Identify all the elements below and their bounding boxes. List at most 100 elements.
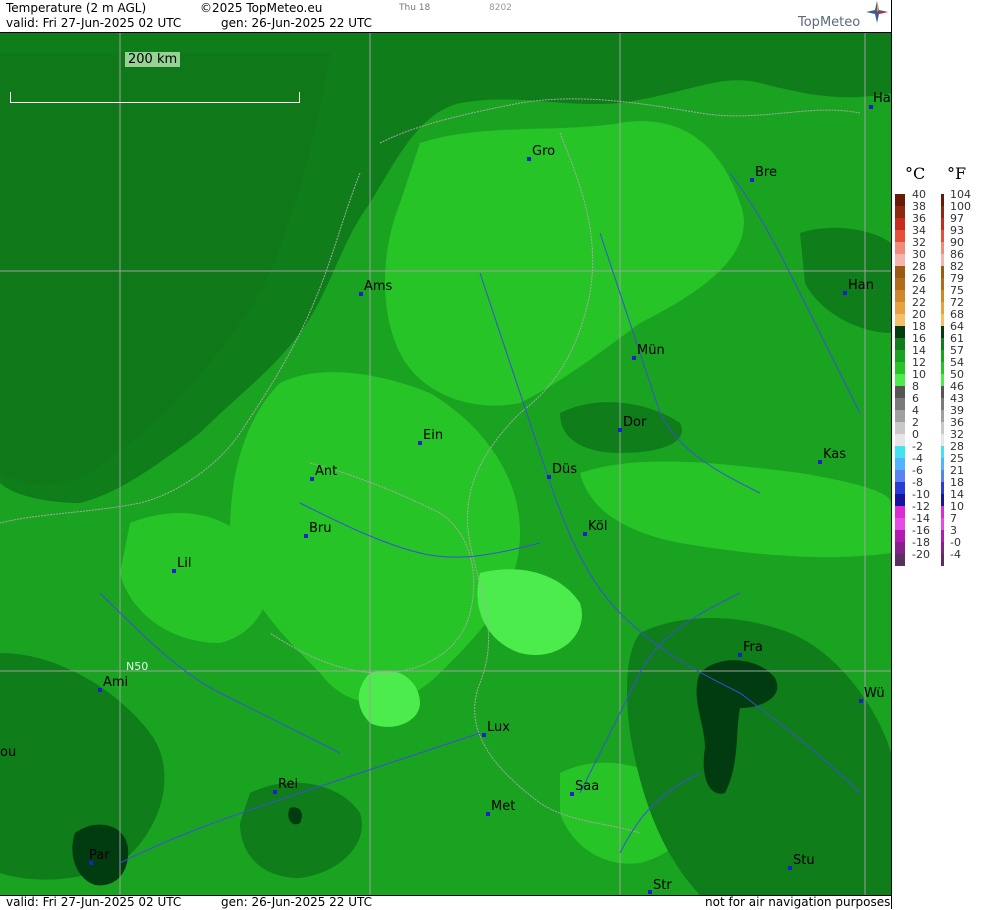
legend-swatch-c — [895, 446, 905, 458]
legend-swatch-f — [941, 410, 944, 422]
city-kol[interactable]: Köl — [583, 519, 607, 536]
city-gro[interactable]: Gro — [527, 144, 555, 161]
scale-bar — [10, 92, 300, 103]
brand-logo-text: TopMeteo — [798, 15, 861, 30]
legend-swatch-c — [895, 338, 905, 350]
city-saa[interactable]: Saa — [570, 779, 599, 796]
legend-swatch-f — [941, 254, 944, 266]
city-par[interactable]: Par — [89, 848, 110, 865]
city-ams[interactable]: Ams — [359, 279, 392, 296]
legend-label-c: -20 — [912, 548, 930, 561]
legend-swatch-c — [895, 230, 905, 242]
copyright-text: ©2025 TopMeteo.eu — [200, 1, 323, 15]
legend-swatch-f — [941, 554, 944, 566]
legend-swatch-c — [895, 362, 905, 374]
legend-swatch-c — [895, 242, 905, 254]
legend-swatch-f — [941, 302, 944, 314]
legend-swatch-f — [941, 386, 944, 398]
legend-swatch-f — [941, 266, 944, 278]
legend-swatch-f — [941, 518, 944, 530]
legend-swatch-f — [941, 446, 944, 458]
code-tag: 8202 — [489, 3, 512, 13]
legend-swatch-f — [941, 350, 944, 362]
legend-swatch-f — [941, 242, 944, 254]
legend-swatch-c — [895, 350, 905, 362]
legend-swatch-f — [941, 278, 944, 290]
legend-swatch-f — [941, 326, 944, 338]
legend-swatch-c — [895, 254, 905, 266]
legend-swatch-c — [895, 266, 905, 278]
legend-swatch-c — [895, 470, 905, 482]
legend-swatch-f — [941, 482, 944, 494]
legend-swatch-c — [895, 494, 905, 506]
legend-swatch-f — [941, 542, 944, 554]
legend-swatch-f — [941, 230, 944, 242]
city-ha[interactable]: Ha — [869, 91, 891, 109]
city-ant[interactable]: Ant — [310, 464, 337, 481]
city-dor[interactable]: Dor — [618, 415, 646, 432]
legend-swatch-f — [941, 506, 944, 518]
legend-swatch-c — [895, 398, 905, 410]
latitude-label: N50 — [126, 660, 149, 673]
legend-swatch-c — [895, 542, 905, 554]
city-han[interactable]: Han — [843, 278, 874, 295]
footer-valid-time: valid: Fri 27-Jun-2025 02 UTC — [6, 895, 182, 909]
city-ou[interactable]: ou — [0, 745, 16, 760]
legend-swatch-f — [941, 206, 944, 218]
legend-swatch-c — [895, 302, 905, 314]
legend-swatch-f — [941, 290, 944, 302]
legend-swatch-c — [895, 194, 905, 206]
legend-swatch-c — [895, 554, 905, 566]
legend-swatch-f — [941, 470, 944, 482]
legend-unit-fahrenheit: °F — [947, 164, 967, 183]
legend-swatch-c — [895, 326, 905, 338]
legend-swatch-c — [895, 482, 905, 494]
city-ami[interactable]: Ami — [98, 675, 128, 692]
legend-label-f: -4 — [950, 548, 961, 561]
legend-swatch-f — [941, 374, 944, 386]
footer-generated-time: gen: 26-Jun-2025 22 UTC — [221, 895, 373, 909]
legend-swatch-c — [895, 530, 905, 542]
city-bre[interactable]: Bre — [750, 165, 777, 182]
legend-swatch-c — [895, 410, 905, 422]
city-bru[interactable]: Bru — [304, 521, 332, 538]
footer-bar: valid: Fri 27-Jun-2025 02 UTC gen: 26-Ju… — [0, 895, 891, 910]
temperature-map[interactable]: 200 km N50 Ha Gro Bre Ams Han Mün Dor Ei… — [0, 33, 891, 895]
legend-swatch-c — [895, 518, 905, 530]
city-kas[interactable]: Kas — [818, 447, 846, 464]
city-dus[interactable]: Düs — [547, 462, 577, 479]
day-tag: Thu 18 — [399, 3, 431, 13]
city-ein[interactable]: Ein — [418, 428, 443, 445]
city-lux[interactable]: Lux — [482, 720, 510, 737]
legend-swatch-f — [941, 362, 944, 374]
legend-swatch-c — [895, 314, 905, 326]
legend-unit-celsius: °C — [905, 164, 926, 183]
city-met[interactable]: Met — [486, 799, 515, 816]
city-str[interactable]: Str — [648, 878, 672, 894]
city-lil[interactable]: Lil — [172, 556, 191, 573]
legend-swatch-f — [941, 218, 944, 230]
city-wu[interactable]: Wü — [859, 686, 885, 703]
legend-swatch-f — [941, 422, 944, 434]
legend-swatch-c — [895, 374, 905, 386]
map-title: Temperature (2 m AGL) — [6, 1, 147, 15]
legend-panel: °C °F 40 38 36 34 32 30 28 26 24 22 20 18 16 14 12 10 8 6… — [891, 0, 983, 909]
legend-swatch-f — [941, 194, 944, 206]
city-rei[interactable]: Rei — [273, 777, 298, 794]
city-mun[interactable]: Mün — [632, 343, 665, 360]
legend-swatch-c — [895, 218, 905, 230]
legend-swatch-c — [895, 278, 905, 290]
legend-swatch-f — [941, 458, 944, 470]
city-stu[interactable]: Stu — [788, 853, 815, 870]
legend-swatch-c — [895, 386, 905, 398]
city-fra[interactable]: Fra — [738, 640, 763, 657]
legend-swatch-f — [941, 398, 944, 410]
legend-swatch-c — [895, 422, 905, 434]
footer-disclaimer: not for air navigation purposes — [705, 895, 891, 909]
legend-swatch-c — [895, 434, 905, 446]
legend-swatch-c — [895, 290, 905, 302]
legend-swatch-c — [895, 458, 905, 470]
legend-swatch-c — [895, 506, 905, 518]
legend-swatch-f — [941, 314, 944, 326]
generated-time: gen: 26-Jun-2025 22 UTC — [221, 16, 373, 30]
